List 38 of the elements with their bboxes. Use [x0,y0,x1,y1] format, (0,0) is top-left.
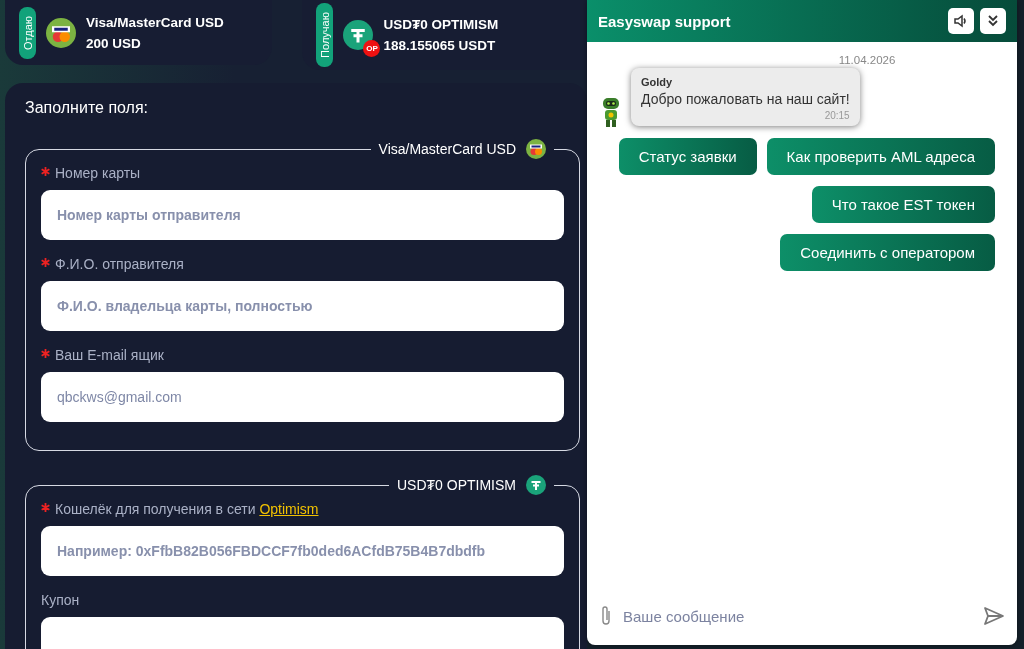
network-link[interactable]: Optimism [259,501,319,517]
token-icon [526,475,546,495]
chat-title: Easyswap support [598,12,732,30]
field-label: Ваш E-mail ящик [41,347,564,363]
speaker-icon [953,13,969,29]
collapse-button[interactable] [980,8,1006,34]
double-chevron-down-icon [985,13,1001,29]
network-badge: OP [363,40,381,57]
currency-name: USD₮0 OPTIMISM [383,17,499,32]
form-title: Заполните поля: [25,99,150,117]
section-title: USD₮0 OPTIMISM [397,477,516,493]
amount: 188.155065 USDT [383,38,497,53]
input-field[interactable]: Ф.И.О. владельца карты, полностью [41,281,564,331]
input-field[interactable]: qbckws@gmail.com [41,372,564,422]
message-date: 11.04.2026 [837,54,897,66]
direction-tag: Отдаю [19,6,36,59]
field-label: Кошелёк для получения в сети Optimism [41,501,564,517]
sound-button[interactable] [948,8,974,34]
payment-card-icon [526,139,546,159]
section-title: Visa/MasterCard USD [378,141,516,157]
field-label: Ф.И.О. отправителя [41,256,564,272]
currency-name: Visa/MasterCard USD [86,14,224,30]
input-field[interactable]: Например: 0xFfbB82B056FBDCCF7fb0ded6ACfdB75B4B7dbdfb [41,526,564,576]
payment-card-icon [46,17,76,48]
quick-reply-button[interactable]: Соединить с оператором [780,234,995,271]
message-time: 20:15 [823,110,850,121]
quick-reply-button[interactable]: Что такое EST токен [811,186,995,223]
send-icon[interactable] [983,606,1005,626]
input-field[interactable]: Номер карты отправителя [41,190,564,240]
amount: 200 USD [86,35,142,51]
message-author: Goldy [641,76,674,88]
field-label: Купон [41,592,81,608]
message-text: Добро пожаловать на наш сайт! [641,91,850,107]
paperclip-icon[interactable] [599,605,613,627]
quick-reply-button[interactable]: Как проверить AML адреса [766,138,995,175]
direction-tag: Получаю [316,3,334,67]
field-label: Номер карты [41,165,564,181]
quick-reply-button[interactable]: Статус заявки [618,138,757,175]
